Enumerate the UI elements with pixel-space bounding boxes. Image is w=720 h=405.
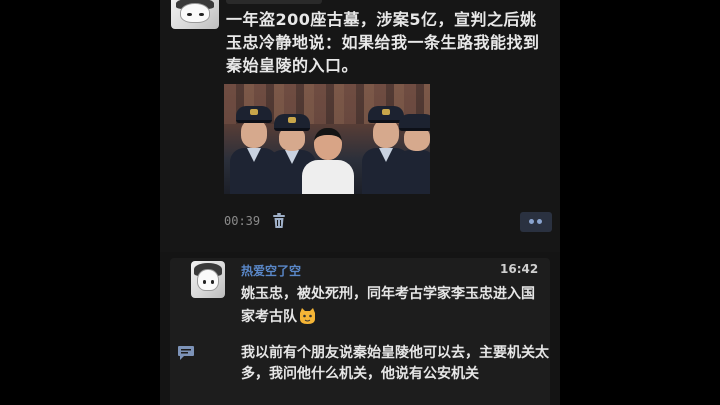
cat-emoji-icon — [300, 308, 315, 324]
photo-defendant — [302, 128, 354, 194]
more-options-button[interactable] — [520, 212, 552, 232]
post-text: 一年盗200座古墓，涉案5亿，宣判之后姚玉忠冷静地说：如果给我一条生路我能找到秦… — [226, 10, 540, 75]
post-author-name[interactable] — [226, 0, 322, 4]
comment-bubble-icon[interactable] — [177, 345, 195, 361]
reply-text: 我以前有个朋友说秦始皇陵他可以去，主要机关太多，我问他什么机关，他说有公安机关 — [241, 345, 549, 382]
comment-author-avatar[interactable] — [191, 261, 225, 298]
comment-author-name[interactable]: 热爱空了空 — [241, 262, 301, 279]
comment-timestamp: 16:42 — [500, 262, 539, 276]
post: 一年盗200座古墓，涉案5亿，宣判之后姚玉忠冷静地说：如果给我一条生路我能找到秦… — [160, 0, 560, 252]
photo-officer-far-right — [396, 114, 430, 194]
comment-body: 姚玉忠，被处死刑，同年考古学家李玉忠进入国家考古队 — [241, 286, 535, 325]
comment-text: 姚玉忠，被处死刑，同年考古学家李玉忠进入国家考古队 — [241, 283, 541, 329]
app-screen: 一年盗200座古墓，涉案5亿，宣判之后姚玉忠冷静地说：如果给我一条生路我能找到秦… — [160, 0, 560, 405]
video-duration: 00:39 — [224, 214, 261, 228]
post-author-avatar[interactable] — [171, 0, 219, 29]
more-dots-icon — [529, 219, 534, 224]
post-photo[interactable] — [224, 84, 430, 194]
trash-icon[interactable] — [272, 213, 286, 229]
